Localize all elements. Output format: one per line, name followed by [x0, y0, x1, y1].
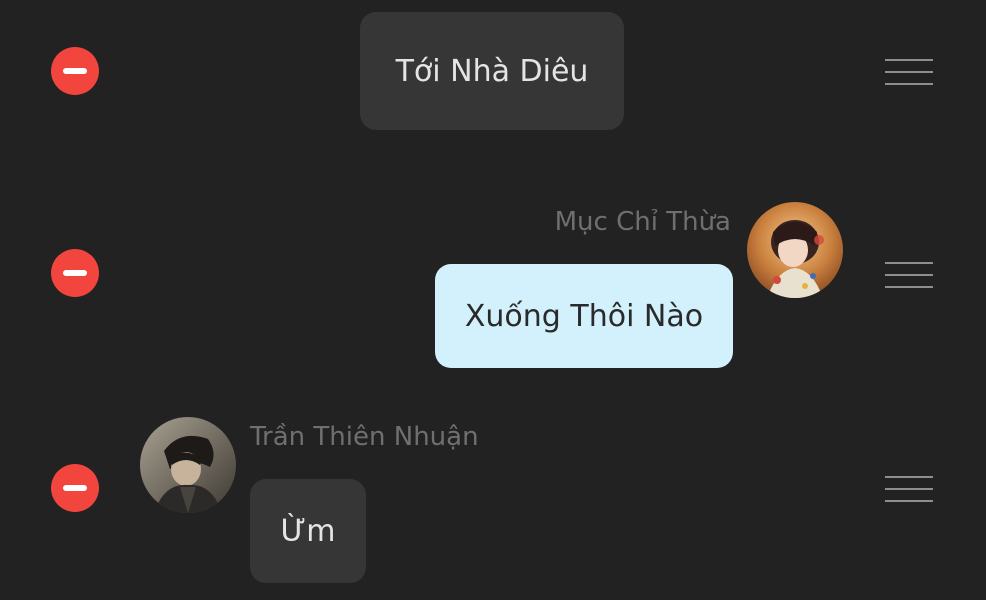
- minus-icon: [63, 68, 87, 74]
- incoming-message-bubble[interactable]: Ừm: [250, 479, 366, 583]
- minus-icon: [63, 485, 87, 491]
- sender-name: Trần Thiên Nhuận: [250, 422, 479, 452]
- message-text: Ừm: [280, 513, 336, 549]
- girl-portrait-avatar[interactable]: [747, 202, 843, 298]
- sender-name: Mục Chỉ Thừa: [554, 207, 731, 237]
- reorder-handle-icon[interactable]: [885, 59, 933, 85]
- reorder-handle-icon[interactable]: [885, 476, 933, 502]
- minus-icon: [63, 270, 87, 276]
- message-row-right: Mục Chỉ Thừa Xuống Thôi Nào: [0, 190, 986, 380]
- delete-message-button[interactable]: [51, 464, 99, 512]
- delete-message-button[interactable]: [51, 47, 99, 95]
- outgoing-message-bubble[interactable]: Xuống Thôi Nào: [435, 264, 733, 368]
- chat-editor-screen: Tới Nhà Diêu Mục Chỉ Thừa Xuống Thôi Nào…: [0, 0, 986, 600]
- boy-portrait-avatar[interactable]: [140, 417, 236, 513]
- reorder-handle-icon[interactable]: [885, 262, 933, 288]
- message-row-narration: Tới Nhà Diêu: [0, 0, 986, 160]
- narration-text: Tới Nhà Diêu: [395, 53, 589, 89]
- message-row-left: Trần Thiên Nhuận Ừm: [0, 405, 986, 600]
- message-text: Xuống Thôi Nào: [464, 298, 704, 334]
- delete-message-button[interactable]: [51, 249, 99, 297]
- narration-bubble[interactable]: Tới Nhà Diêu: [360, 12, 624, 130]
